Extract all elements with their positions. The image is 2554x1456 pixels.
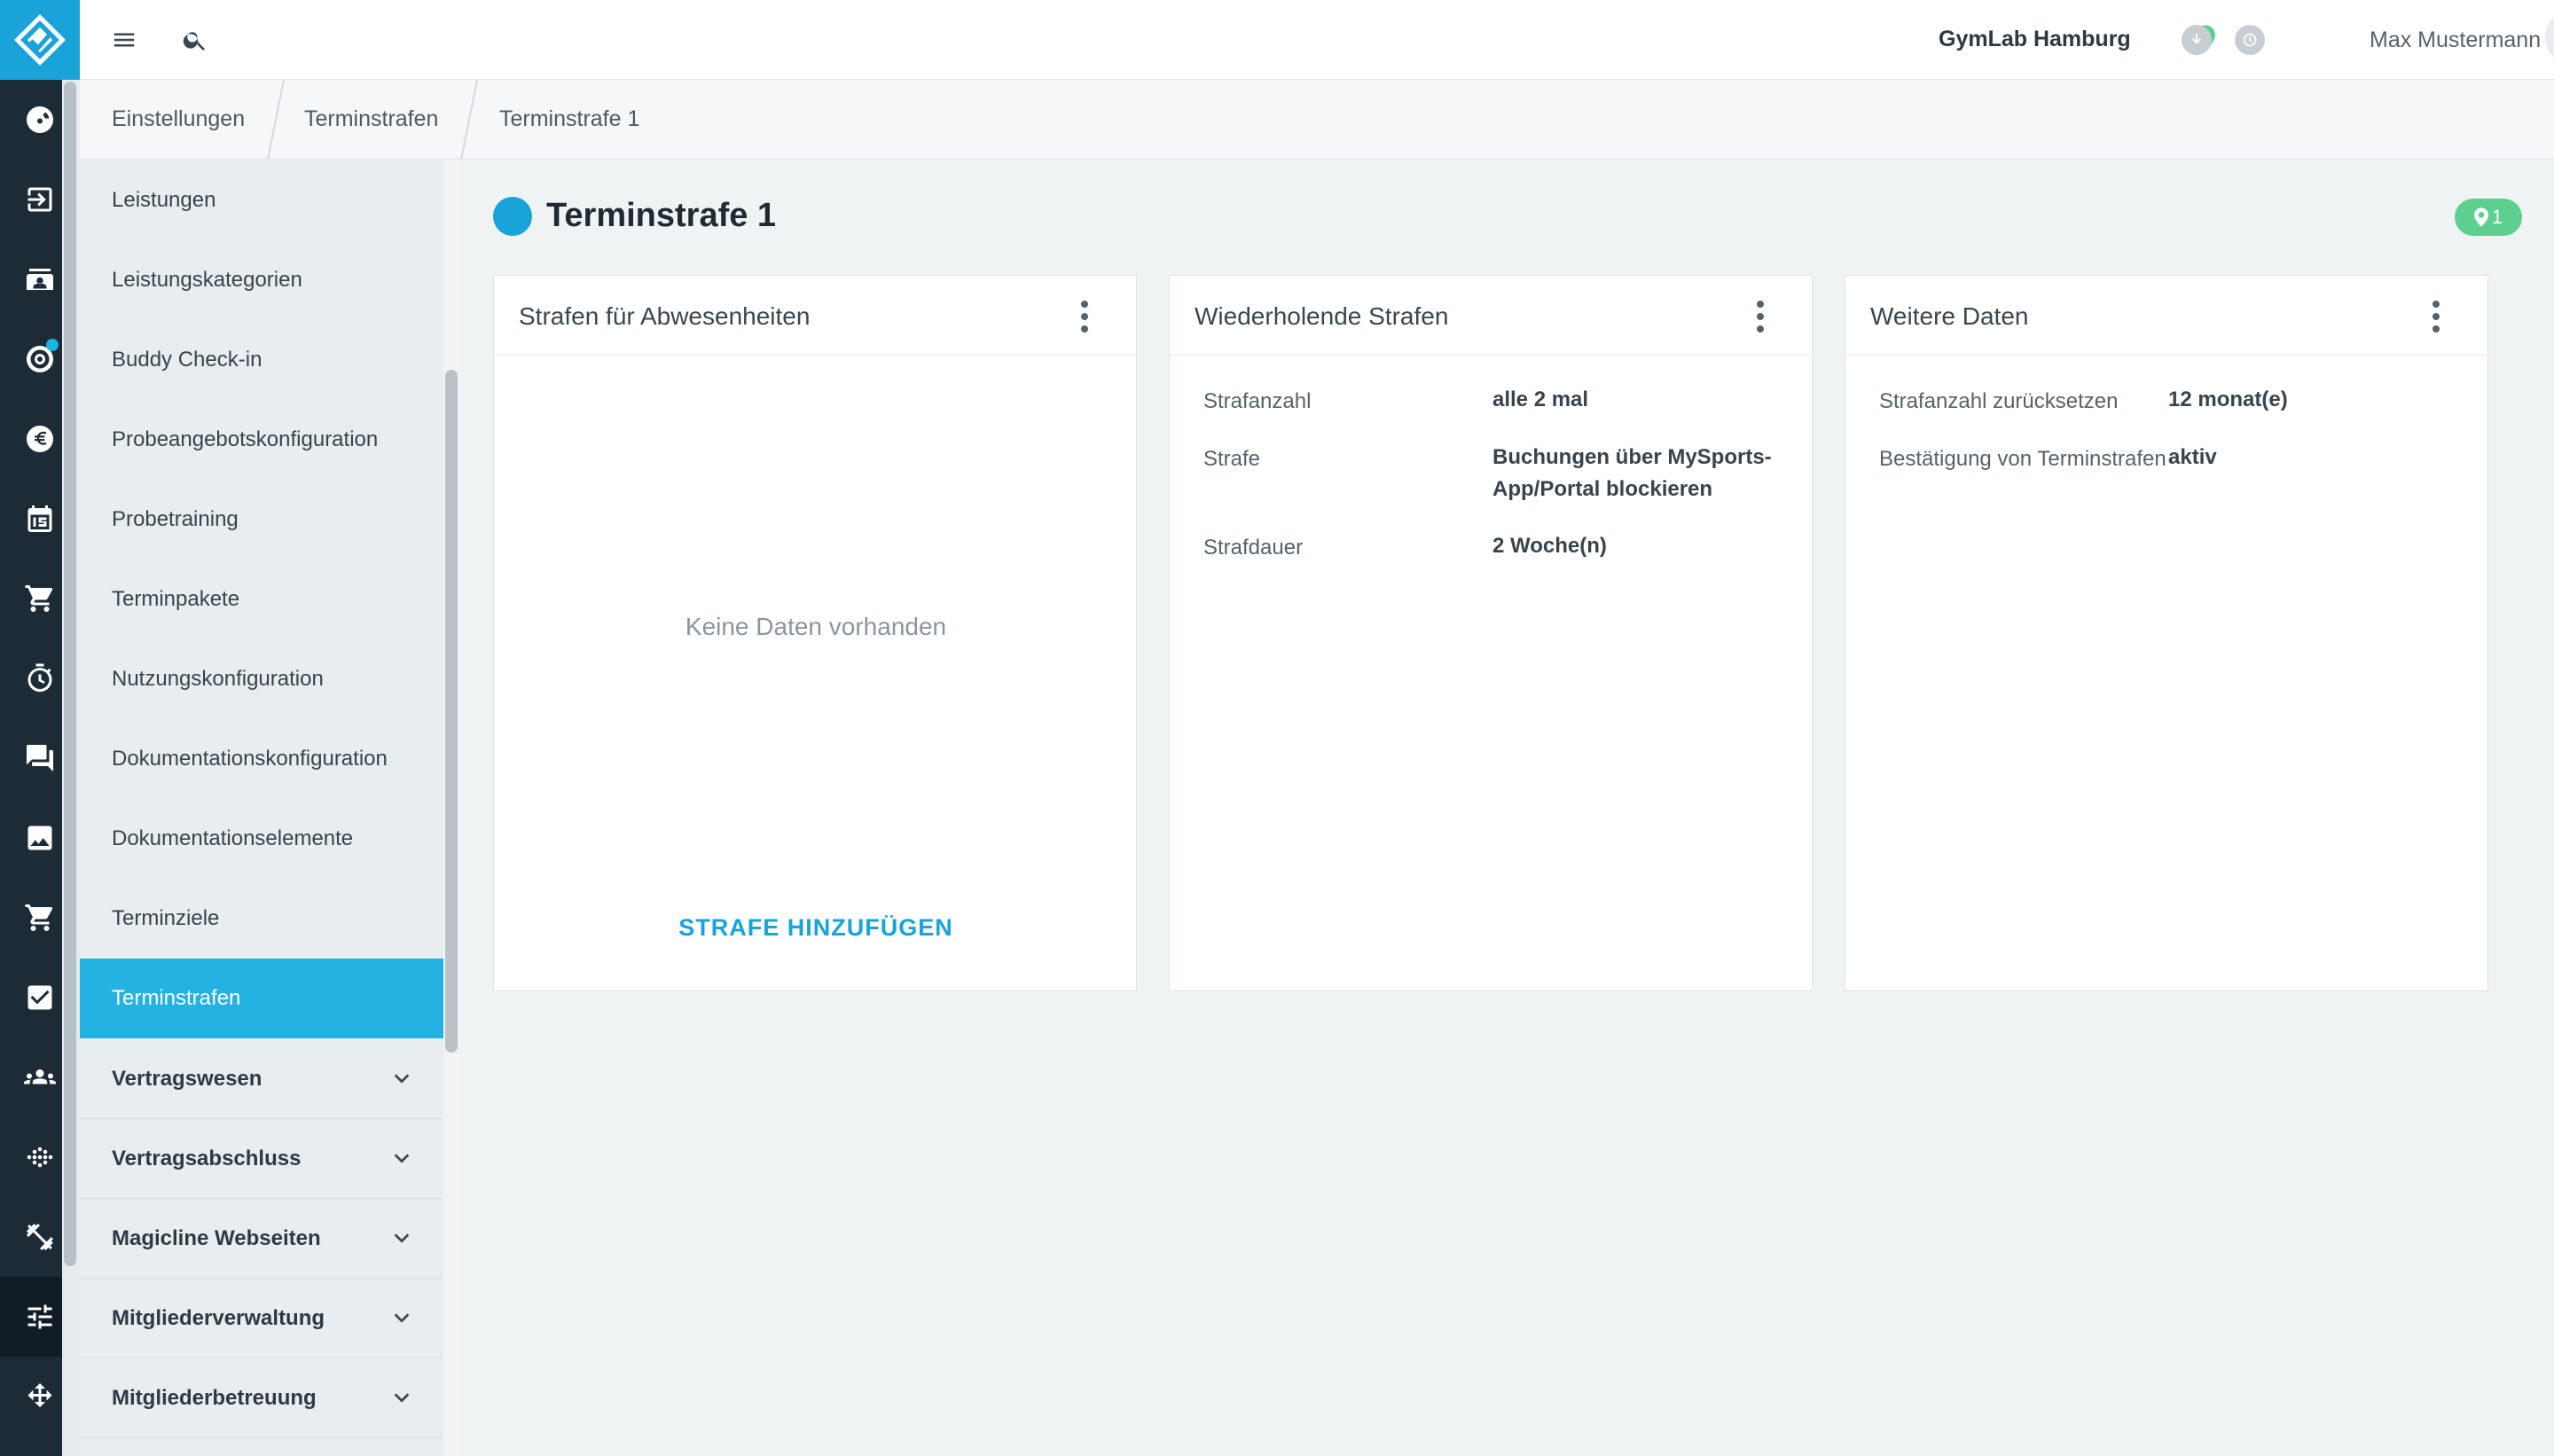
page-title: Terminstrafe 1 (546, 197, 777, 234)
notification-dot (46, 339, 59, 351)
sidebar-item-probeangebotskonfiguration[interactable]: Probeangebotskonfiguration (80, 400, 443, 480)
sidebar-item-nutzungskonfiguration[interactable]: Nutzungskonfiguration (80, 639, 443, 719)
sidebar-item-buddy-check-in[interactable]: Buddy Check-in (80, 320, 443, 400)
card-title: Wiederholende Strafen (1195, 302, 1449, 330)
field-label-penalty-count: Strafanzahl (1203, 389, 1312, 413)
sidebar-section-mitgliederverwaltung[interactable]: Mitgliederverwaltung (80, 1279, 443, 1358)
section-label: Magicline Webseiten (112, 1225, 321, 1250)
card-title: Strafen für Abwesenheiten (519, 302, 811, 330)
breadcrumb-item-current: Terminstrafe 1 (499, 106, 640, 131)
breadcrumb-item-settings[interactable]: Einstellungen (112, 106, 245, 132)
section-label: Mitgliederverwaltung (112, 1305, 325, 1330)
logo-icon (14, 14, 66, 66)
field-value-penalty-duration: 2 Woche(n) (1492, 534, 1607, 558)
chevron-down-icon (394, 1233, 410, 1243)
more-vert-icon[interactable] (1755, 301, 1766, 333)
card-header: Wiederholende Strafen (1170, 276, 1812, 356)
field-label-penalty-duration: Strafdauer (1203, 536, 1304, 560)
location-pin-icon (2473, 207, 2488, 227)
chevron-down-icon (394, 1393, 410, 1403)
field-value-penalty-line1: Buchungen über MySports- (1492, 445, 1772, 469)
sidebar-scrollbar[interactable] (445, 370, 458, 1053)
download-icon[interactable] (2182, 25, 2212, 55)
menu-icon[interactable] (106, 22, 142, 58)
location-count: 1 (2491, 206, 2503, 228)
sidebar-section-magicline-webseiten[interactable]: Magicline Webseiten (80, 1199, 443, 1279)
more-vert-icon[interactable] (2431, 301, 2441, 333)
add-penalty-button[interactable]: STRAFE HINZUFÜGEN (494, 914, 1138, 942)
card-header: Weitere Daten (1845, 276, 2487, 356)
section-label: Vertragswesen (112, 1066, 262, 1091)
sidebar-item-probetraining[interactable]: Probetraining (80, 480, 443, 560)
top-bar: GymLab Hamburg Max Mustermann (80, 0, 2554, 80)
breadcrumb-separator (460, 80, 478, 160)
field-label-reset-count: Strafanzahl zurücksetzen (1879, 389, 2119, 413)
sidebar-section-vertragswesen[interactable]: Vertragswesen (80, 1039, 443, 1119)
card-recurring-penalties: Wiederholende Strafen Strafanzahl alle 2… (1169, 275, 1813, 991)
sidebar-section-mitgliederbetreuung[interactable]: Mitgliederbetreuung (80, 1358, 443, 1438)
settings-sidebar: Leistungen Leistungskategorien Buddy Che… (80, 160, 461, 1456)
rail-scrollbar[interactable] (64, 82, 76, 1266)
avatar[interactable] (2545, 9, 2554, 66)
user-avatar-icon (2552, 56, 2554, 62)
sidebar-item-dokumentationselemente[interactable]: Dokumentationselemente (80, 799, 443, 879)
search-icon[interactable] (177, 22, 213, 58)
user-name[interactable]: Max Mustermann (2370, 27, 2541, 53)
card-absence-penalties: Strafen für Abwesenheiten Keine Daten vo… (493, 275, 1137, 991)
field-value-confirmation: aktiv (2168, 445, 2217, 469)
breadcrumb-item-penalties[interactable]: Terminstrafen (304, 106, 438, 132)
field-label-penalty: Strafe (1203, 447, 1261, 471)
history-clock-icon[interactable] (2235, 25, 2265, 55)
breadcrumb: Einstellungen Terminstrafen Terminstrafe… (80, 80, 2554, 160)
sidebar-item-terminpakete[interactable]: Terminpakete (80, 560, 443, 639)
chevron-down-icon (394, 1074, 410, 1084)
empty-state-text: Keine Daten vorhanden (685, 613, 947, 640)
field-value-penalty-count: alle 2 mal (1492, 387, 1589, 411)
section-label: Vertragsabschluss (112, 1146, 302, 1170)
status-color-dot (493, 197, 532, 236)
field-label-confirmation: Bestätigung von Terminstrafen (1879, 447, 2166, 471)
studio-name[interactable]: GymLab Hamburg (1939, 27, 2131, 52)
chevron-down-icon (394, 1313, 410, 1323)
sidebar-section-vertragsabschluss[interactable]: Vertragsabschluss (80, 1119, 443, 1199)
section-label: Mitgliederbetreuung (112, 1385, 317, 1410)
main-nav-rail (0, 0, 80, 1456)
card-title: Weitere Daten (1870, 302, 2029, 330)
chevron-down-icon (394, 1154, 410, 1163)
card-further-data: Weitere Daten Strafanzahl zurücksetzen 1… (1845, 275, 2488, 991)
sidebar-item-leistungen[interactable]: Leistungen (80, 160, 443, 240)
sidebar-item-terminstrafen[interactable]: Terminstrafen (80, 959, 443, 1038)
field-value-reset-count: 12 monat(e) (2168, 387, 2288, 411)
location-count-badge[interactable]: 1 (2455, 199, 2522, 236)
sidebar-item-dokumentationskonfiguration[interactable]: Dokumentationskonfiguration (80, 719, 443, 799)
card-header: Strafen für Abwesenheiten (494, 276, 1136, 356)
field-value-penalty-line2: App/Portal blockieren (1492, 477, 1713, 501)
sidebar-item-terminziele[interactable]: Terminziele (80, 879, 443, 959)
sidebar-item-leistungskategorien[interactable]: Leistungskategorien (80, 240, 443, 320)
app-logo[interactable] (0, 0, 80, 80)
more-vert-icon[interactable] (1079, 301, 1090, 333)
breadcrumb-separator (267, 80, 285, 160)
